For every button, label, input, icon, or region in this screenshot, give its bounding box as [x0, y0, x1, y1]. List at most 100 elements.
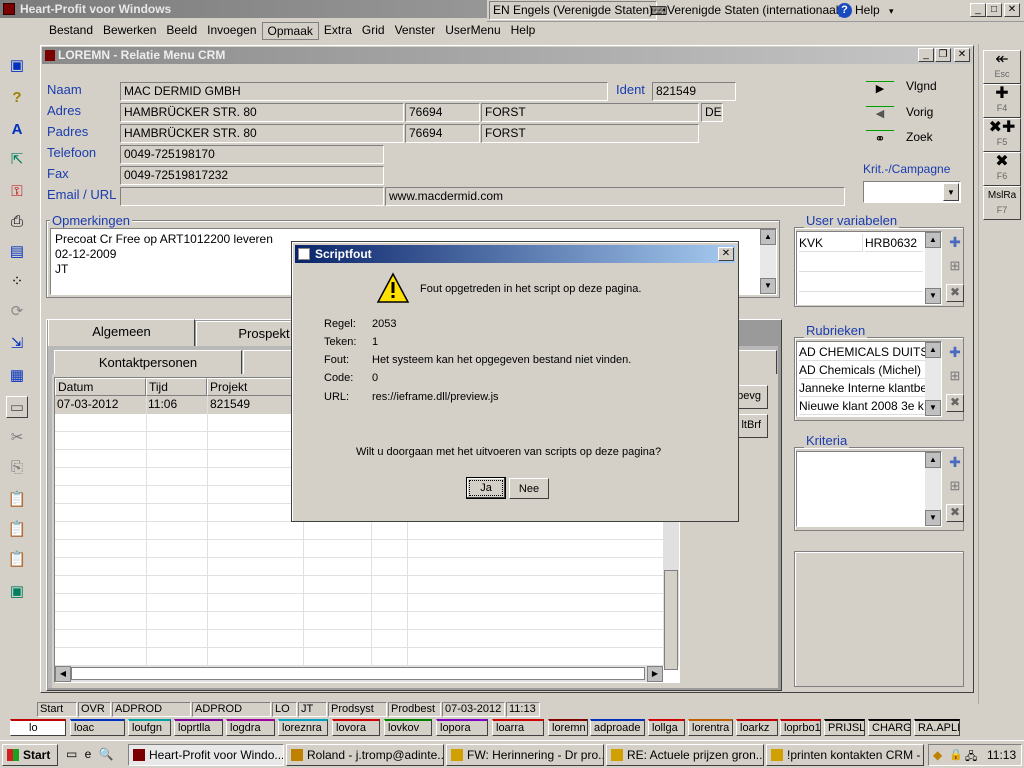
- import-icon[interactable]: ⇲: [6, 332, 28, 354]
- dots-icon[interactable]: ⁘: [6, 270, 28, 292]
- menu-invoegen[interactable]: Invoegen: [202, 22, 261, 40]
- help-label[interactable]: Help: [855, 3, 880, 17]
- scroll-up-icon[interactable]: ▲: [760, 229, 776, 245]
- rubriek-item[interactable]: AD CHEMICALS DUITS: [799, 343, 927, 361]
- child-minimize-button[interactable]: _: [918, 48, 934, 62]
- close-button[interactable]: ✕: [1004, 3, 1020, 17]
- paste-icon[interactable]: 📋: [6, 488, 28, 510]
- padres-plaats-field[interactable]: FORST: [481, 124, 699, 143]
- ident-field[interactable]: 821549: [652, 82, 736, 101]
- menu-grid[interactable]: Grid: [357, 22, 390, 40]
- adres-postcode-field[interactable]: 76694: [405, 103, 480, 122]
- child-close-button[interactable]: ✕: [954, 48, 970, 62]
- menu-opmaak[interactable]: Opmaak: [261, 22, 319, 40]
- yes-button[interactable]: Ja: [466, 477, 506, 499]
- kriteria-add-icon[interactable]: ✚: [946, 454, 964, 472]
- binoculars-icon[interactable]: ⚭: [866, 130, 894, 146]
- help-icon[interactable]: ?: [837, 3, 852, 18]
- clipboard-settings-icon[interactable]: 📋: [6, 548, 28, 570]
- rubriek-item[interactable]: AD Chemicals (Michel): [799, 361, 927, 379]
- minimize-button[interactable]: _: [970, 3, 986, 17]
- next-label[interactable]: Vlgnd: [906, 79, 937, 93]
- grid-hscrollbar[interactable]: ◀ ▶: [55, 666, 663, 682]
- scroll-down-icon[interactable]: ▼: [925, 400, 941, 416]
- scroll-right-icon[interactable]: ▶: [647, 666, 663, 682]
- rubriek-delete-icon[interactable]: ✖: [946, 394, 964, 412]
- tab-algemeen[interactable]: Algemeen: [48, 319, 195, 347]
- kriteria-scrollbar[interactable]: ▲ ▼: [925, 452, 941, 526]
- quickbar-button[interactable]: lovora: [332, 719, 380, 736]
- uservars-scrollbar[interactable]: ▲ ▼: [925, 232, 941, 304]
- rubrieken-scrollbar[interactable]: ▲ ▼: [925, 342, 941, 416]
- export-icon[interactable]: ⇱: [6, 148, 28, 170]
- toolbar-button-esc[interactable]: ↞ Esc: [983, 50, 1021, 84]
- langbar-options-icon[interactable]: ▾: [889, 2, 901, 20]
- toolbar-button-f6[interactable]: ✖ F6: [983, 152, 1021, 186]
- no-button[interactable]: Nee: [509, 478, 549, 499]
- quickbar-button[interactable]: loprtlla: [174, 719, 223, 736]
- quickbar-button[interactable]: CHARGE: [868, 719, 911, 736]
- help-question-icon[interactable]: ?: [6, 86, 28, 108]
- toolbar-button-f7[interactable]: MslRa F7: [983, 186, 1021, 220]
- maximize-button[interactable]: □: [986, 3, 1002, 17]
- dialog-close-button[interactable]: ✕: [718, 247, 734, 261]
- menu-bestand[interactable]: Bestand: [44, 22, 98, 40]
- menu-bewerken[interactable]: Bewerken: [98, 22, 161, 40]
- uservar-add-icon[interactable]: ✚: [946, 234, 964, 252]
- padres-postcode-field[interactable]: 76694: [405, 124, 480, 143]
- scroll-left-icon[interactable]: ◀: [55, 666, 71, 682]
- keyboard-layout[interactable]: Verenigde Staten (internationaal): [667, 3, 842, 17]
- prev-label[interactable]: Vorig: [906, 105, 933, 119]
- rubrieken-list[interactable]: AD CHEMICALS DUITS AD Chemicals (Michel) J…: [796, 341, 942, 417]
- language-indicator[interactable]: EN Engels (Verenigde Staten): [489, 1, 658, 20]
- quickbar-button[interactable]: loac: [70, 719, 125, 736]
- menu-help[interactable]: Help: [506, 22, 541, 40]
- network-icon[interactable]: 🖧: [965, 748, 977, 767]
- monitor-icon[interactable]: ▣: [6, 54, 28, 76]
- toolbar-button-f4[interactable]: ✚ F4: [983, 84, 1021, 118]
- lock-icon[interactable]: 🔒: [949, 748, 963, 761]
- start-button[interactable]: Start: [2, 744, 58, 766]
- naam-field[interactable]: MAC DERMID GMBH: [120, 82, 608, 101]
- adres-plaats-field[interactable]: FORST: [481, 103, 699, 122]
- chart-icon[interactable]: ▦: [6, 364, 28, 386]
- next-arrow-icon[interactable]: ▶: [866, 81, 894, 97]
- scroll-up-icon[interactable]: ▲: [925, 342, 941, 358]
- paste-special-icon[interactable]: 📋: [6, 518, 28, 540]
- scroll-up-icon[interactable]: ▲: [925, 452, 941, 468]
- grid-header-datum[interactable]: Datum: [55, 378, 146, 396]
- scroll-down-icon[interactable]: ▼: [925, 510, 941, 526]
- rubriek-add-icon[interactable]: ✚: [946, 344, 964, 362]
- scroll-down-icon[interactable]: ▼: [925, 288, 941, 304]
- opmerkingen-scrollbar[interactable]: ▲ ▼: [760, 229, 776, 294]
- email-field[interactable]: [120, 187, 384, 206]
- cut-icon[interactable]: ✂: [6, 426, 28, 448]
- taskbar-item[interactable]: FW: Herinnering - Dr pro...: [446, 744, 604, 766]
- quickbar-button[interactable]: loarra: [492, 719, 544, 736]
- quicklaunch-icons[interactable]: ▭ e 🔍: [66, 747, 122, 763]
- fax-field[interactable]: 0049-72519817232: [120, 166, 384, 185]
- telefoon-field[interactable]: 0049-725198170: [120, 145, 384, 164]
- padres-field[interactable]: HAMBRÜCKER STR. 80: [120, 124, 404, 143]
- url-field[interactable]: www.macdermid.com: [385, 187, 845, 206]
- scroll-down-icon[interactable]: ▼: [760, 278, 776, 294]
- uservars-list[interactable]: KVK HRB0632 ▲ ▼: [796, 231, 942, 305]
- kriteria-edit-icon[interactable]: ⊞: [946, 478, 964, 496]
- quickbar-button[interactable]: adproade: [590, 719, 645, 736]
- quickbar-button[interactable]: loufgn: [128, 719, 171, 736]
- quickbar-button[interactable]: loremn: [548, 719, 588, 736]
- quickbar-button[interactable]: lollga: [648, 719, 685, 736]
- quickbar-button[interactable]: RA.APLIJ: [914, 719, 960, 736]
- rubriek-item[interactable]: Janneke Interne klantbe: [799, 379, 927, 397]
- uservar-delete-icon[interactable]: ✖: [946, 284, 964, 302]
- uservar-edit-icon[interactable]: ⊞: [946, 258, 964, 276]
- window-icon[interactable]: ▭: [6, 396, 28, 418]
- menu-venster[interactable]: Venster: [390, 22, 441, 40]
- menu-usermenu[interactable]: UserMenu: [440, 22, 505, 40]
- rubriek-item[interactable]: Nieuwe klant 2008 3e k: [799, 397, 927, 415]
- quickbar-button[interactable]: lo: [10, 719, 66, 736]
- quickbar-button[interactable]: loarkz: [736, 719, 778, 736]
- prev-arrow-icon[interactable]: ◀: [866, 106, 894, 122]
- subtab-kontaktpersonen[interactable]: Kontaktpersonen: [54, 350, 242, 376]
- krit-dropdown-arrow-icon[interactable]: ▼: [943, 183, 959, 201]
